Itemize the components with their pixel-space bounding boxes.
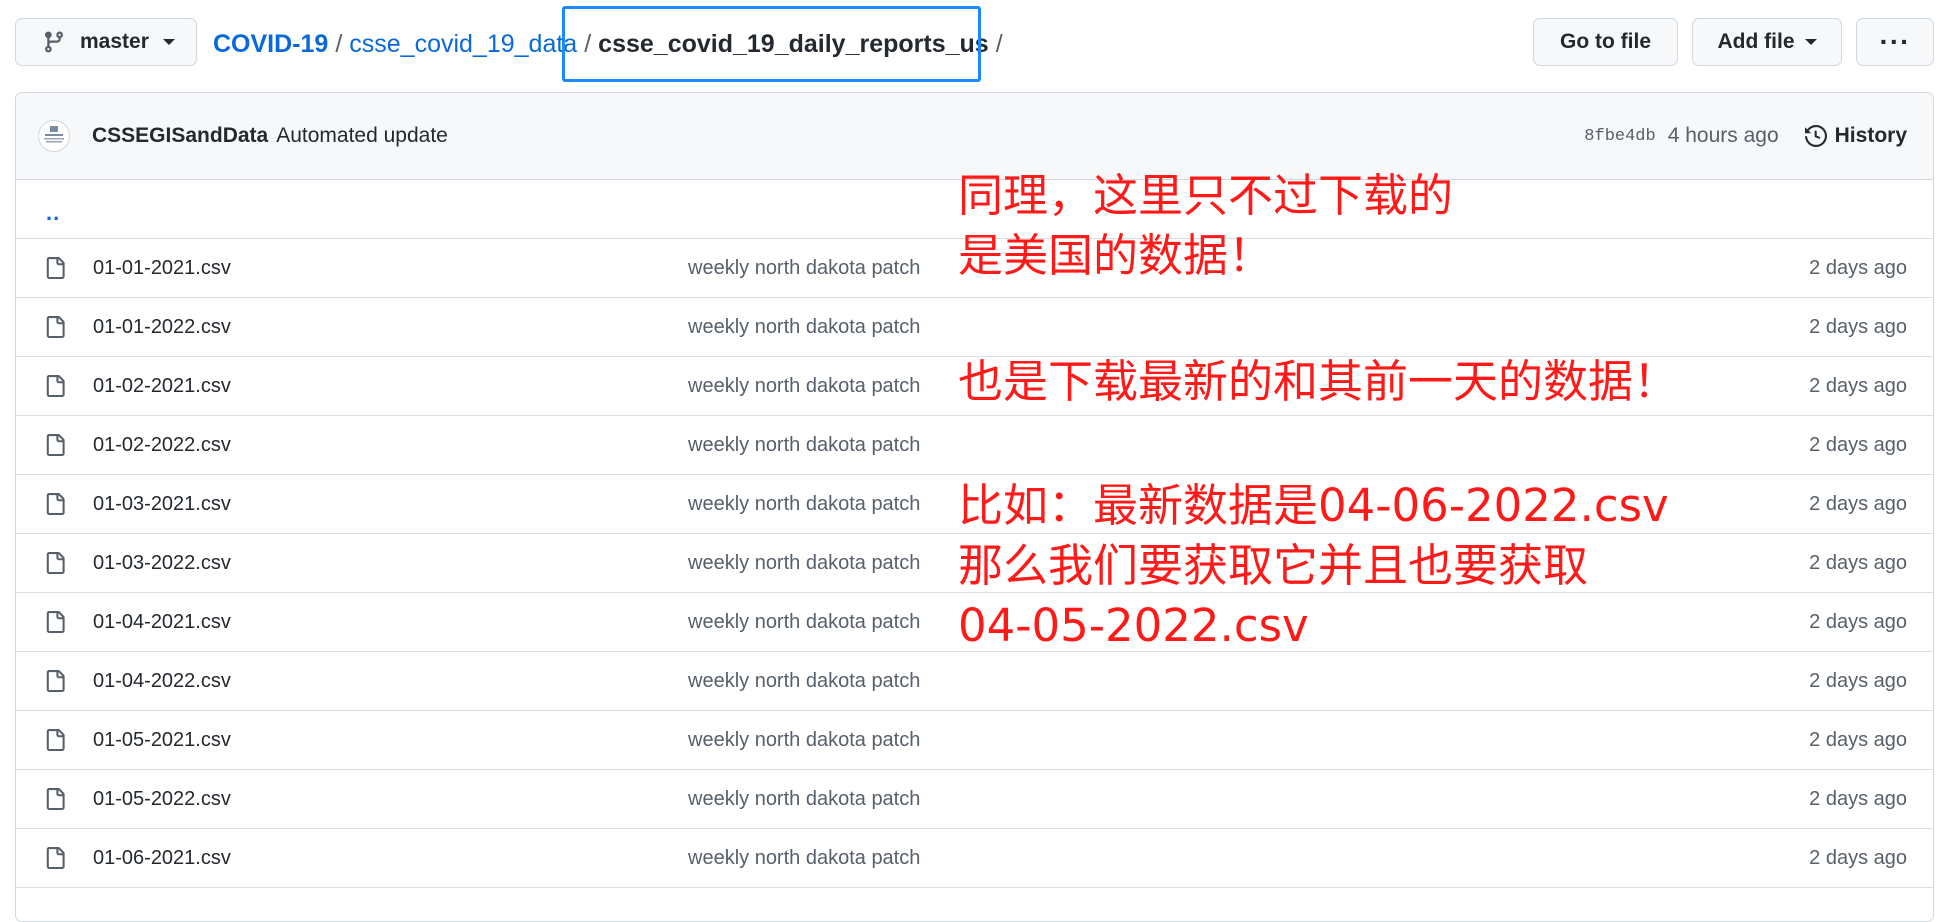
commit-sha[interactable]: 8fbe4db	[1584, 127, 1655, 146]
commit-message[interactable]: Automated update	[276, 124, 448, 148]
file-commit-date: 2 days ago	[1809, 374, 1907, 397]
table-row[interactable]: 01-03-2021.csv weekly north dakota patch 2…	[16, 475, 1933, 534]
file-rows: 01-01-2021.csv weekly north dakota patch 2…	[16, 239, 1933, 888]
parent-directory-row[interactable]: ..	[16, 180, 1933, 239]
repo-toolbar: master COVID-19 / csse_covid_19_data / c…	[0, 0, 1949, 86]
go-to-file-button[interactable]: Go to file	[1533, 18, 1678, 66]
file-commit-message[interactable]: weekly north dakota patch	[688, 434, 920, 457]
add-file-button[interactable]: Add file	[1692, 18, 1842, 66]
file-icon	[46, 611, 65, 633]
table-row[interactable]: 01-02-2022.csv weekly north dakota patch 2…	[16, 416, 1933, 475]
add-file-label: Add file	[1717, 30, 1795, 53]
file-name-link[interactable]: 01-04-2022.csv	[93, 670, 231, 693]
file-commit-date: 2 days ago	[1809, 551, 1907, 574]
parent-directory-link[interactable]: ..	[46, 200, 60, 226]
table-row[interactable]: 01-06-2021.csv weekly north dakota patch 2…	[16, 829, 1933, 888]
file-icon	[46, 729, 65, 751]
file-icon	[46, 847, 65, 869]
file-icon	[46, 434, 65, 456]
commit-author[interactable]: CSSEGISandData	[92, 124, 268, 148]
breadcrumb-repo-link[interactable]: COVID-19	[213, 30, 328, 59]
table-row[interactable]: 01-04-2022.csv weekly north dakota patch 2…	[16, 652, 1933, 711]
file-name-link[interactable]: 01-03-2021.csv	[93, 493, 231, 516]
history-icon	[1804, 125, 1827, 147]
file-icon	[46, 670, 65, 692]
file-commit-message[interactable]: weekly north dakota patch	[688, 316, 920, 339]
file-icon	[46, 316, 65, 338]
breadcrumb-separator: /	[335, 29, 343, 58]
file-commit-date: 2 days ago	[1809, 846, 1907, 869]
file-icon	[46, 257, 65, 279]
file-commit-message[interactable]: weekly north dakota patch	[688, 670, 920, 693]
university-logo-icon	[44, 126, 64, 143]
file-commit-date: 2 days ago	[1809, 492, 1907, 515]
file-commit-date: 2 days ago	[1809, 728, 1907, 751]
file-icon	[46, 375, 65, 397]
file-commit-date: 2 days ago	[1809, 433, 1907, 456]
table-row[interactable]: 01-01-2022.csv weekly north dakota patch 2…	[16, 298, 1933, 357]
file-commit-message[interactable]: weekly north dakota patch	[688, 788, 920, 811]
file-name-link[interactable]: 01-04-2021.csv	[93, 611, 231, 634]
file-commit-message[interactable]: weekly north dakota patch	[688, 375, 920, 398]
table-row[interactable]: 01-03-2022.csv weekly north dakota patch 2…	[16, 534, 1933, 593]
file-commit-message[interactable]: weekly north dakota patch	[688, 493, 920, 516]
file-name-link[interactable]: 01-05-2022.csv	[93, 788, 231, 811]
table-row[interactable]: 01-05-2022.csv weekly north dakota patch 2…	[16, 770, 1933, 829]
latest-commit-bar: CSSEGISandData Automated update 8fbe4db …	[16, 93, 1933, 180]
commit-meta: 8fbe4db 4 hours ago History	[1584, 93, 1907, 179]
file-name-link[interactable]: 01-02-2021.csv	[93, 375, 231, 398]
table-row[interactable]: 01-04-2021.csv weekly north dakota patch 2…	[16, 593, 1933, 652]
git-branch-icon	[44, 31, 63, 53]
history-label: History	[1834, 124, 1907, 147]
file-commit-date: 2 days ago	[1809, 669, 1907, 692]
file-commit-date: 2 days ago	[1809, 610, 1907, 633]
breadcrumb: COVID-19 / csse_covid_19_data / csse_cov…	[213, 24, 1010, 64]
file-name-link[interactable]: 01-01-2022.csv	[93, 316, 231, 339]
table-row[interactable]: 01-05-2021.csv weekly north dakota patch 2…	[16, 711, 1933, 770]
file-commit-message[interactable]: weekly north dakota patch	[688, 611, 920, 634]
chevron-down-icon	[1804, 39, 1817, 45]
file-icon	[46, 493, 65, 515]
avatar[interactable]	[38, 120, 70, 152]
breadcrumb-folder-link[interactable]: csse_covid_19_data	[349, 30, 577, 59]
branch-selector-button[interactable]: master	[15, 18, 197, 66]
chevron-down-icon	[162, 39, 175, 45]
file-icon	[46, 788, 65, 810]
file-name-link[interactable]: 01-02-2022.csv	[93, 434, 231, 457]
table-row[interactable]: 01-02-2021.csv weekly north dakota patch 2…	[16, 357, 1933, 416]
breadcrumb-current: csse_covid_19_daily_reports_us	[598, 29, 989, 58]
file-list: CSSEGISandData Automated update 8fbe4db …	[15, 92, 1934, 922]
more-options-button[interactable]: ···	[1856, 18, 1934, 66]
file-commit-date: 2 days ago	[1809, 787, 1907, 810]
file-icon	[46, 552, 65, 574]
breadcrumb-separator: /	[995, 29, 1003, 58]
history-button[interactable]: History	[1804, 124, 1907, 148]
commit-time: 4 hours ago	[1667, 124, 1779, 147]
file-name-link[interactable]: 01-03-2022.csv	[93, 552, 231, 575]
branch-name: master	[80, 30, 149, 53]
file-name-link[interactable]: 01-06-2021.csv	[93, 847, 231, 870]
file-commit-message[interactable]: weekly north dakota patch	[688, 257, 920, 280]
table-row[interactable]: 01-01-2021.csv weekly north dakota patch 2…	[16, 239, 1933, 298]
file-commit-message[interactable]: weekly north dakota patch	[688, 552, 920, 575]
file-commit-message[interactable]: weekly north dakota patch	[688, 847, 920, 870]
breadcrumb-separator: /	[584, 29, 592, 58]
file-name-link[interactable]: 01-01-2021.csv	[93, 257, 231, 280]
file-commit-date: 2 days ago	[1809, 256, 1907, 279]
file-commit-message[interactable]: weekly north dakota patch	[688, 729, 920, 752]
file-name-link[interactable]: 01-05-2021.csv	[93, 729, 231, 752]
file-commit-date: 2 days ago	[1809, 315, 1907, 338]
